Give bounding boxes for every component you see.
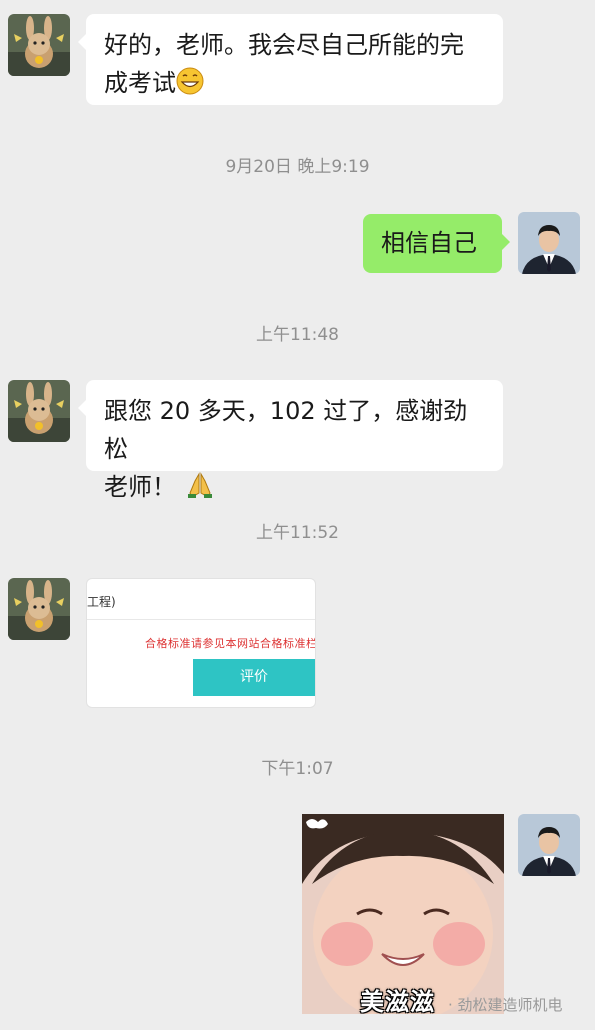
contact-avatar[interactable] [8, 380, 70, 442]
sticker-caption: 美滋滋 [360, 988, 435, 1014]
grinning-face-icon [176, 67, 204, 106]
screenshot-header-text: 工程) [87, 579, 315, 620]
message-text-line2: 成考试 [104, 69, 176, 97]
timestamp: 下午1:07 [261, 759, 334, 779]
evaluate-button: 评价 [193, 659, 315, 696]
sticker-image-message[interactable]: 美滋滋 [302, 814, 504, 1014]
folded-hands-icon [186, 471, 214, 510]
user-avatar[interactable] [518, 212, 580, 274]
contact-avatar[interactable] [8, 578, 70, 640]
timestamp: 9月20日 晚上9:19 [225, 157, 370, 177]
screenshot-notice-text: 合格标准请参见本网站合格标准栏目 [145, 637, 316, 650]
message-text-line2: 老师！ [104, 473, 176, 501]
message-text-line2-wrap: 成考试 [104, 64, 485, 106]
incoming-message-bubble[interactable]: 跟您 20 多天，102 过了，感谢劲松 老师！ [78, 380, 503, 501]
user-avatar[interactable] [518, 814, 580, 876]
contact-avatar[interactable] [8, 14, 70, 76]
message-text-line1: 跟您 20 多天，102 过了，感谢劲松 [104, 397, 468, 463]
outgoing-message-bubble[interactable]: 相信自己 [363, 214, 510, 273]
incoming-message-bubble[interactable]: 好的，老师。我会尽自己所能的完 成考试 [78, 14, 503, 106]
screenshot-image-message[interactable]: 工程) 合格标准请参见本网站合格标准栏目 评价 [86, 578, 316, 708]
timestamp: 上午11:48 [256, 325, 339, 345]
message-text: 相信自己 [381, 229, 477, 257]
watermark: · 劲松建造师机电 [448, 996, 563, 1014]
timestamp: 上午11:52 [256, 523, 339, 543]
message-text-line1: 好的，老师。我会尽自己所能的完 [104, 31, 464, 59]
message-text-line2-wrap: 老师！ [104, 468, 485, 510]
